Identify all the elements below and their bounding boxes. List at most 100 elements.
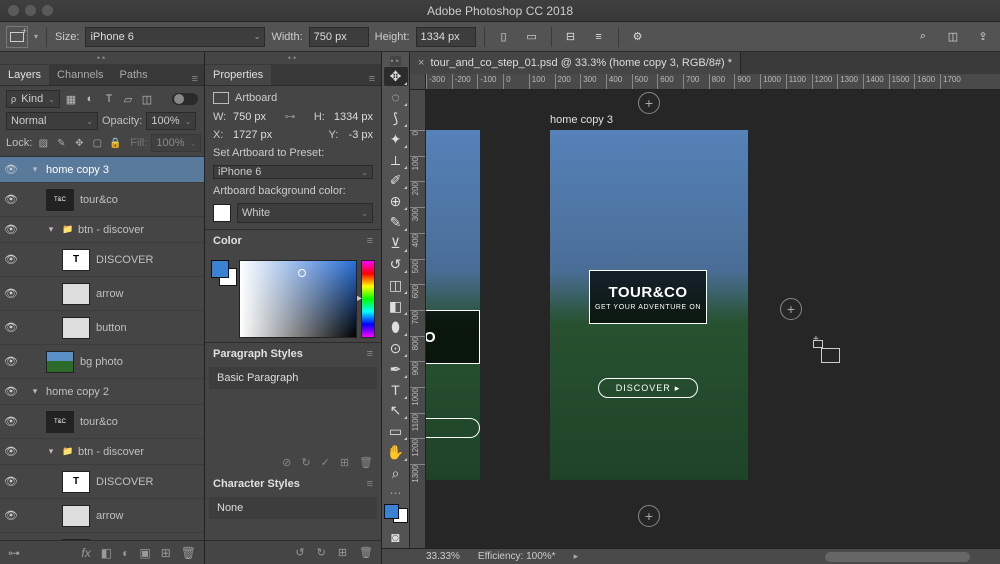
layer-name[interactable]: DISCOVER: [96, 254, 200, 266]
h-input[interactable]: 1334 px: [334, 111, 373, 123]
layer-name[interactable]: arrow: [96, 510, 200, 522]
filter-smart-icon[interactable]: ◫: [140, 92, 154, 106]
orientation-portrait-icon[interactable]: ▯: [493, 26, 515, 48]
new-style-icon[interactable]: ⊞: [340, 456, 349, 469]
ruler-origin[interactable]: [410, 74, 426, 90]
tab-properties[interactable]: Properties: [205, 65, 271, 85]
filter-toggle[interactable]: [172, 93, 198, 105]
visibility-icon[interactable]: 👁: [4, 321, 18, 334]
hue-slider[interactable]: [361, 260, 375, 338]
visibility-icon[interactable]: 👁: [4, 355, 18, 368]
add-artboard-top-icon[interactable]: +: [638, 92, 660, 114]
eyedropper-tool-icon[interactable]: ✐: [384, 172, 408, 191]
paragraph-style-item[interactable]: Basic Paragraph: [209, 367, 377, 389]
layer-list[interactable]: 👁▾home copy 3👁T&Ctour&co👁▾📁btn - discove…: [0, 157, 204, 540]
layer-row[interactable]: 👁▾home copy 3: [0, 157, 204, 183]
zoom-value[interactable]: 33.33%: [426, 551, 460, 562]
quick-select-tool-icon[interactable]: ✦: [384, 130, 408, 149]
chevron-down-icon[interactable]: ▾: [34, 32, 38, 41]
lock-transparency-icon[interactable]: ▨: [36, 136, 50, 150]
lock-all-icon[interactable]: 🔒: [108, 136, 122, 150]
color-field[interactable]: ▸: [239, 260, 357, 338]
new-icon[interactable]: ⊞: [338, 546, 347, 559]
brush-tool-icon[interactable]: ✎: [384, 213, 408, 232]
ruler-vertical[interactable]: 0100200300400500600700800900100011001200…: [410, 90, 426, 548]
opacity-input[interactable]: 100%⌄: [146, 112, 196, 130]
toolbar-fgbg-swatches[interactable]: [384, 504, 408, 523]
mask-icon[interactable]: ◧: [101, 546, 112, 560]
heal-tool-icon[interactable]: ⊕: [384, 192, 408, 211]
quickmask-icon[interactable]: ◙: [384, 528, 408, 547]
filter-pixel-icon[interactable]: ▦: [64, 92, 78, 106]
document-tab[interactable]: × tour_and_co_step_01.psd @ 33.3% (home …: [410, 52, 741, 74]
new-layer-icon[interactable]: ⊞: [161, 546, 171, 560]
panel-menu-icon[interactable]: ≡: [363, 73, 381, 85]
close-window-icon[interactable]: [8, 5, 19, 16]
panel-menu-icon[interactable]: ≡: [186, 73, 204, 85]
type-tool-icon[interactable]: T: [384, 381, 408, 400]
foreground-color-swatch[interactable]: [211, 260, 229, 278]
panel-grip[interactable]: ••: [0, 52, 204, 64]
fx-icon[interactable]: fx: [81, 546, 90, 560]
visibility-icon[interactable]: 👁: [4, 475, 18, 488]
w-input[interactable]: 750 px: [233, 111, 266, 123]
gradient-tool-icon[interactable]: ◧: [384, 297, 408, 316]
layer-row[interactable]: 👁TDISCOVER: [0, 465, 204, 499]
width-input[interactable]: 750 px: [309, 27, 369, 47]
group-icon[interactable]: ▣: [139, 546, 150, 560]
visibility-icon[interactable]: 👁: [4, 253, 18, 266]
status-flyout-icon[interactable]: ▸: [574, 551, 579, 562]
y-input[interactable]: -3 px: [349, 129, 373, 141]
link-wh-icon[interactable]: ⊶: [284, 110, 295, 123]
workspace-icon[interactable]: ◫: [942, 26, 964, 48]
layer-name[interactable]: tour&co: [80, 194, 200, 206]
disclosure-icon[interactable]: ▾: [46, 446, 56, 457]
foreground-color-swatch[interactable]: [384, 504, 399, 519]
ruler-horizontal[interactable]: -300-200-1000100200300400500600700800900…: [410, 74, 1000, 90]
trash-icon[interactable]: 🗑: [181, 546, 196, 560]
visibility-icon[interactable]: 👁: [4, 415, 18, 428]
disclosure-icon[interactable]: ▾: [30, 164, 40, 175]
blend-mode-dropdown[interactable]: Normal⌄: [6, 112, 98, 130]
panel-grip[interactable]: ••: [205, 52, 381, 64]
layer-name[interactable]: DISCOVER: [96, 476, 200, 488]
visibility-icon[interactable]: 👁: [4, 509, 18, 522]
history-brush-tool-icon[interactable]: ↺: [384, 255, 408, 274]
maximize-window-icon[interactable]: [42, 5, 53, 16]
lock-position-icon[interactable]: ✥: [72, 136, 86, 150]
layer-row[interactable]: 👁button: [0, 311, 204, 345]
layer-row[interactable]: 👁arrow: [0, 277, 204, 311]
artboard-tool-icon[interactable]: [6, 26, 28, 48]
shrink-icon[interactable]: ⊟: [560, 26, 582, 48]
visibility-icon[interactable]: 👁: [4, 193, 18, 206]
layer-row[interactable]: 👁 bg photo: [0, 345, 204, 379]
clear-override-icon[interactable]: ⊘: [282, 456, 291, 469]
layer-name[interactable]: bg photo: [80, 356, 200, 368]
pen-tool-icon[interactable]: ✒: [384, 360, 408, 379]
visibility-icon[interactable]: 👁: [4, 385, 18, 398]
apply-icon[interactable]: ✓: [321, 456, 330, 469]
size-preset-dropdown[interactable]: iPhone 6 ⌄: [85, 27, 265, 47]
blur-tool-icon[interactable]: ⬮: [384, 318, 408, 337]
orientation-landscape-icon[interactable]: ▭: [521, 26, 543, 48]
tab-layers[interactable]: Layers: [0, 65, 49, 85]
layer-row[interactable]: 👁TDISCOVER: [0, 243, 204, 277]
fgbg-swatches[interactable]: [211, 260, 235, 338]
link-layers-icon[interactable]: ⊶: [8, 546, 20, 560]
lock-artboard-icon[interactable]: ▢: [90, 136, 104, 150]
zoom-tool-icon[interactable]: ⌕: [384, 464, 408, 483]
stamp-tool-icon[interactable]: ⊻: [384, 234, 408, 253]
panel-menu-icon[interactable]: ≡: [367, 235, 373, 247]
filter-type-icon[interactable]: T: [102, 92, 116, 106]
preset-dropdown[interactable]: iPhone 6 ⌄: [213, 165, 373, 179]
trash-icon[interactable]: 🗑: [359, 456, 373, 469]
visibility-icon[interactable]: 👁: [4, 287, 18, 300]
layer-row[interactable]: 👁▾📁btn - discover: [0, 439, 204, 465]
tab-paths[interactable]: Paths: [112, 65, 156, 85]
layer-row[interactable]: 👁button: [0, 533, 204, 540]
redo-icon[interactable]: ↻: [301, 456, 310, 469]
bgcolor-dropdown[interactable]: White ⌄: [237, 203, 373, 223]
layer-name[interactable]: btn - discover: [78, 224, 200, 236]
panel-menu-icon[interactable]: ≡: [367, 478, 373, 490]
add-artboard-right-icon[interactable]: +: [780, 298, 802, 320]
